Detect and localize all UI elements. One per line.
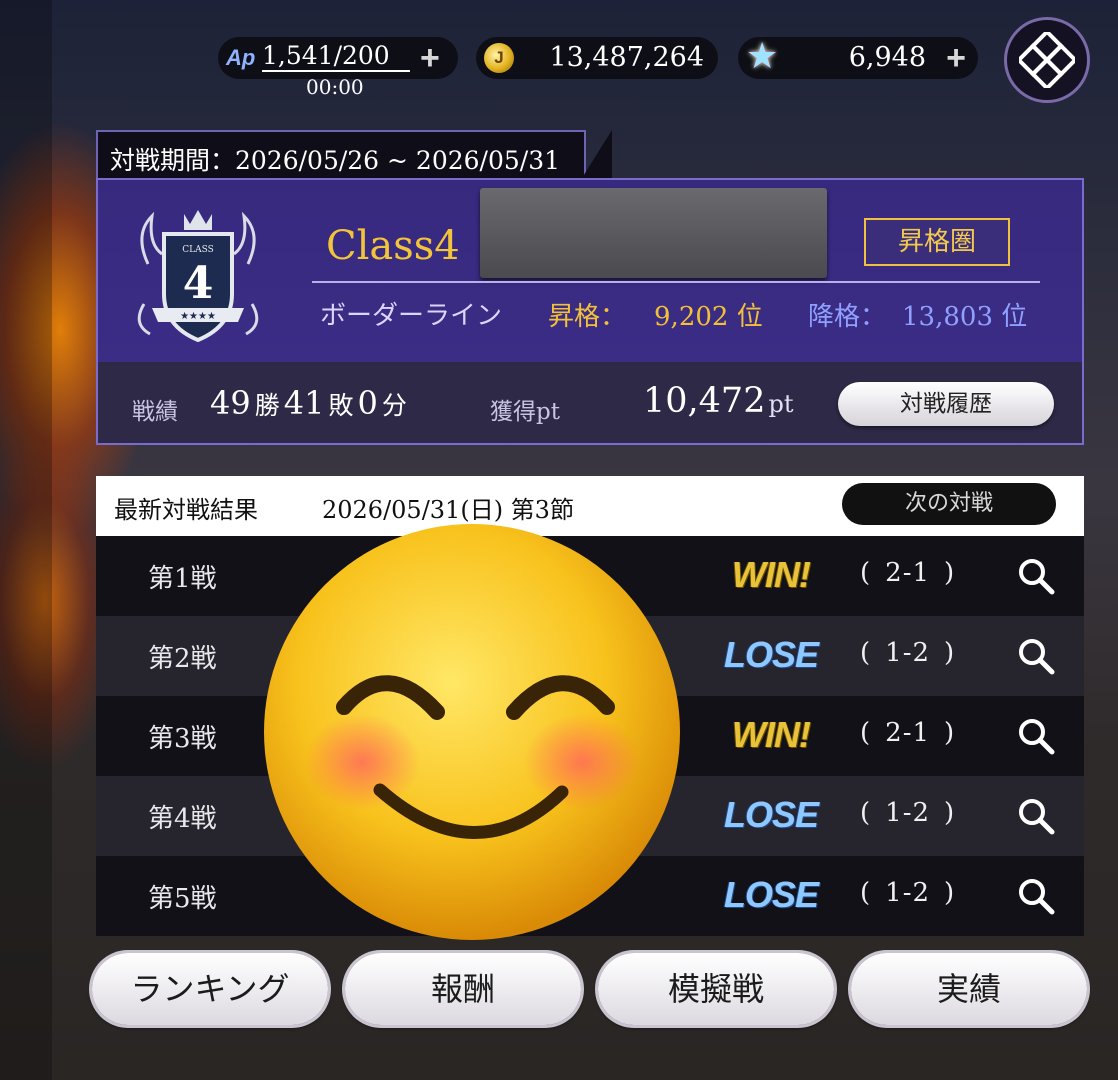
magnifier-icon[interactable] bbox=[1016, 716, 1056, 756]
redacted-player-name bbox=[480, 188, 827, 278]
promotion-rank: 9,202 位 bbox=[654, 302, 763, 332]
match-history-button[interactable]: 対戦履歴 bbox=[838, 382, 1054, 426]
mock-battle-tab[interactable]: 模擬戦 bbox=[598, 953, 834, 1025]
promotion-zone-badge: 昇格圏 bbox=[864, 218, 1010, 266]
match-score: (1-2) bbox=[860, 798, 956, 828]
coin-icon: J bbox=[484, 43, 514, 73]
match-score: (1-2) bbox=[860, 878, 956, 908]
magnifier-icon[interactable] bbox=[1016, 556, 1056, 596]
points-label: 獲得pt bbox=[490, 399, 560, 425]
match-result: LOSE bbox=[723, 874, 819, 915]
background-shade bbox=[0, 0, 52, 1080]
knot-menu-icon bbox=[1019, 32, 1075, 88]
match-score-value: 1-2 bbox=[885, 798, 931, 828]
match-label: 第5戦 bbox=[148, 884, 217, 914]
demotion-label: 降格： bbox=[808, 302, 887, 332]
ranking-tab[interactable]: ランキング bbox=[92, 953, 328, 1025]
panel-divider bbox=[312, 281, 1040, 283]
match-score-value: 2-1 bbox=[885, 718, 931, 748]
results-title: 最新対戦結果 bbox=[114, 496, 258, 524]
match-result: WIN! bbox=[732, 554, 811, 595]
class-name: Class4 bbox=[326, 223, 460, 269]
gold-value: 13,487,264 bbox=[549, 42, 704, 73]
match-result: LOSE bbox=[723, 794, 819, 835]
points-display: 10,472 pt bbox=[643, 381, 793, 421]
match-score-value: 1-2 bbox=[885, 638, 931, 668]
demotion-line: 降格： 13,803 位 bbox=[808, 296, 1027, 333]
match-score: (2-1) bbox=[860, 558, 956, 588]
win-loss-record: 49 勝 41 敗 0 分 bbox=[210, 384, 411, 422]
match-score-value: 2-1 bbox=[885, 558, 931, 588]
ap-value: 1,541/200 bbox=[262, 41, 390, 70]
star-icon: ★ bbox=[746, 36, 779, 77]
losses-count: 41 bbox=[283, 384, 325, 422]
next-match-button[interactable]: 次の対戦 bbox=[842, 483, 1056, 525]
match-period: 対戦期間：2026/05/26 ~ 2026/05/31 bbox=[110, 146, 561, 175]
match-score: (1-2) bbox=[860, 638, 956, 668]
star-counter: ★ 6,948 + bbox=[738, 37, 978, 79]
achievements-tab[interactable]: 実績 bbox=[851, 953, 1087, 1025]
match-score: (2-1) bbox=[860, 718, 956, 748]
star-value: 6,948 bbox=[848, 42, 926, 73]
losses-unit: 敗 bbox=[328, 391, 354, 420]
class-number: 4 bbox=[183, 258, 214, 309]
points-unit: pt bbox=[768, 390, 794, 418]
ap-timer: 00:00 bbox=[306, 75, 364, 99]
match-result: WIN! bbox=[732, 714, 811, 755]
demotion-rank: 13,803 位 bbox=[902, 302, 1028, 332]
record-label: 戦績 bbox=[132, 399, 178, 425]
promotion-label: 昇格： bbox=[548, 302, 627, 332]
class-crest-icon: CLASS 4 ★★★★ bbox=[137, 210, 259, 343]
match-score-value: 1-2 bbox=[885, 878, 931, 908]
gold-counter: J 13,487,264 bbox=[476, 37, 718, 79]
results-date: 2026/05/31(日) 第3節 bbox=[322, 496, 574, 524]
svg-text:★★★★: ★★★★ bbox=[180, 311, 216, 322]
smiling-face-emoji bbox=[264, 524, 680, 940]
period-tab-notch bbox=[582, 130, 612, 178]
promotion-line: 昇格： 9,202 位 bbox=[548, 296, 763, 333]
svg-text:CLASS: CLASS bbox=[182, 245, 214, 255]
menu-button[interactable] bbox=[1004, 17, 1090, 103]
match-label: 第1戦 bbox=[148, 564, 217, 594]
magnifier-icon[interactable] bbox=[1016, 876, 1056, 916]
draws-unit: 分 bbox=[381, 391, 407, 420]
borderline-label: ボーダーライン bbox=[320, 301, 503, 331]
points-value: 10,472 bbox=[643, 381, 766, 421]
ap-divider bbox=[262, 70, 410, 72]
match-result: LOSE bbox=[723, 634, 819, 675]
ap-icon: Ap bbox=[226, 45, 256, 70]
wins-unit: 勝 bbox=[254, 391, 280, 420]
match-label: 第3戦 bbox=[148, 724, 217, 754]
match-label: 第2戦 bbox=[148, 644, 217, 674]
ap-add-button[interactable]: + bbox=[420, 41, 440, 75]
ap-counter: Ap 1,541/200 00:00 + bbox=[218, 37, 458, 99]
match-label: 第4戦 bbox=[148, 804, 217, 834]
draws-count: 0 bbox=[357, 384, 378, 422]
rewards-tab[interactable]: 報酬 bbox=[345, 953, 581, 1025]
star-add-button[interactable]: + bbox=[946, 41, 966, 75]
magnifier-icon[interactable] bbox=[1016, 796, 1056, 836]
magnifier-icon[interactable] bbox=[1016, 636, 1056, 676]
wins-count: 49 bbox=[210, 384, 251, 422]
